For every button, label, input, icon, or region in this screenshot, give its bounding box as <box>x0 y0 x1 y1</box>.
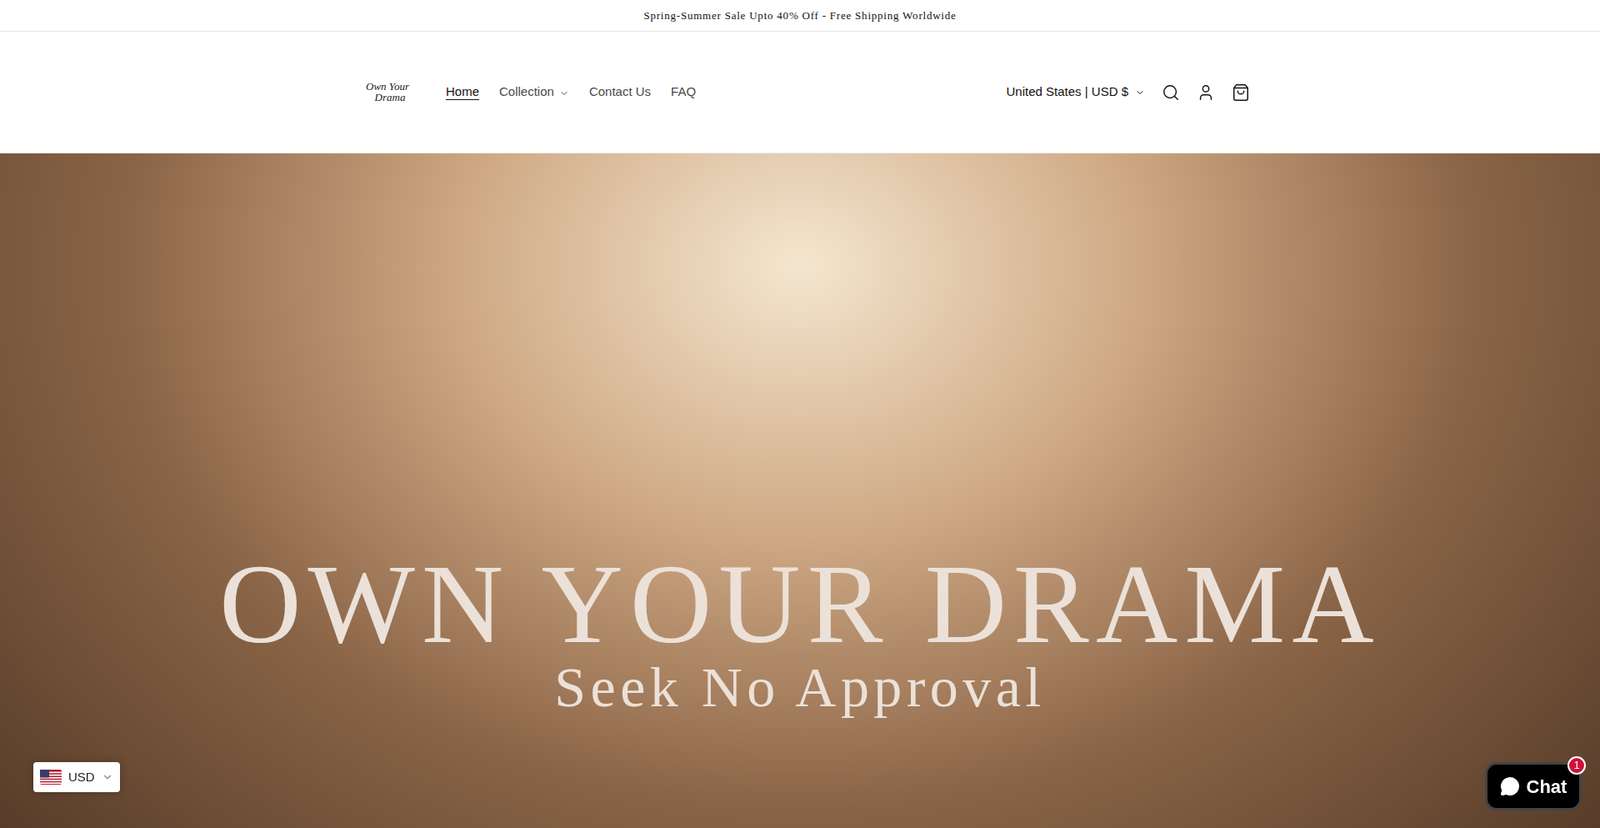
chat-button[interactable]: Chat1 <box>1485 761 1582 810</box>
us-flag-icon <box>40 769 62 785</box>
nav-item[interactable]: Contact Us <box>589 82 651 102</box>
nav-item[interactable]: FAQ <box>670 82 696 102</box>
announcement-bar: Spring-Summer Sale Upto 40% Off - Free S… <box>0 0 1600 32</box>
logo[interactable]: Own YourDrama <box>350 81 425 103</box>
currency-widget[interactable]: USD <box>33 761 120 792</box>
cart-icon[interactable] <box>1231 83 1250 102</box>
hero-title: OWN YOUR DRAMA <box>219 546 1381 660</box>
hero-banner: OWN YOUR DRAMASeek No Approval <box>0 153 1600 828</box>
main-nav: Home Collection Contact Us FAQ <box>445 82 696 102</box>
chevron-down-icon <box>1135 87 1145 98</box>
chevron-down-icon <box>559 88 570 99</box>
nav-item[interactable]: Collection <box>499 82 570 102</box>
account-icon[interactable] <box>1196 83 1215 102</box>
nav-item[interactable]: Home <box>445 82 480 102</box>
hero-subtitle: Seek No Approval <box>554 658 1045 715</box>
announcement-text: Spring-Summer Sale Upto 40% Off - Free S… <box>643 7 956 25</box>
page: Spring-Summer Sale Upto 40% Off - Free S… <box>0 0 1600 828</box>
localization-selector[interactable]: United States | USD $ <box>1006 82 1145 102</box>
chat-bubble-icon <box>1500 775 1520 796</box>
chat-badge: 1 <box>1567 755 1586 775</box>
search-icon[interactable] <box>1161 83 1180 102</box>
chevron-down-icon <box>101 770 114 783</box>
site-header: Own YourDrama Home Collection Contact Us FAQ… <box>0 31 1600 154</box>
